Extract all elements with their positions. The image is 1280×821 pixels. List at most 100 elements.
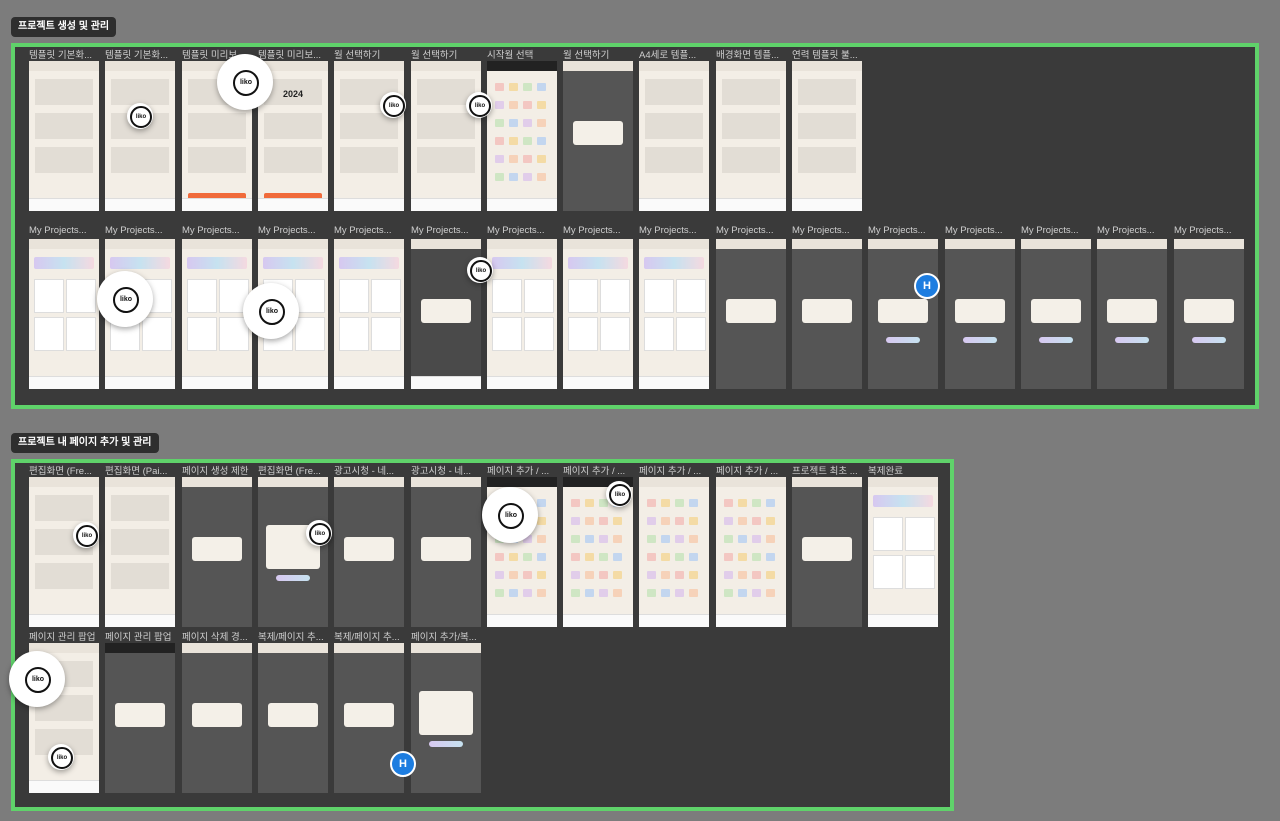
liko-badge[interactable]: liko <box>243 283 299 339</box>
month-cell <box>585 553 594 561</box>
month-cell <box>752 517 761 525</box>
screen-header <box>792 477 862 487</box>
frame-title[interactable]: 시작월 선택 <box>487 47 559 61</box>
modal-dialog <box>1031 299 1081 323</box>
frame-title[interactable]: 편집화면 (Fre... <box>29 463 101 477</box>
frame-title[interactable]: My Projects... <box>411 225 483 236</box>
frame-title[interactable]: 페이지 추가/복... <box>411 629 483 643</box>
month-cell <box>537 119 546 127</box>
frame-title[interactable]: 광고시청 - 네... <box>334 463 406 477</box>
screen-thumbnail <box>868 477 938 627</box>
frame-title[interactable]: 배경화면 템플... <box>716 47 788 61</box>
frame-title[interactable]: My Projects... <box>105 225 177 236</box>
frame-title[interactable]: My Projects... <box>868 225 940 236</box>
frame-title[interactable]: My Projects... <box>29 225 101 236</box>
frame-title[interactable]: 페이지 추가 / ... <box>487 463 559 477</box>
frame-title[interactable]: My Projects... <box>639 225 711 236</box>
frame-title[interactable]: 템플릿 기본화... <box>29 47 101 61</box>
bottom-tab-bar <box>563 614 633 627</box>
frame-title[interactable]: 편집화면 (Pai... <box>105 463 177 477</box>
frame-title[interactable]: 월 선택하기 <box>411 47 483 61</box>
month-cell <box>613 535 622 543</box>
frame-title[interactable]: 페이지 관리 팝업 <box>29 629 101 643</box>
frame-title[interactable]: 복제/페이지 추... <box>258 629 330 643</box>
liko-badge[interactable]: liko <box>127 103 153 129</box>
section-label-page-add[interactable]: 프로젝트 내 페이지 추가 및 관리 <box>11 433 159 453</box>
liko-badge[interactable]: liko <box>466 92 492 118</box>
liko-badge[interactable]: liko <box>217 54 273 110</box>
month-cell <box>724 517 733 525</box>
screen-header <box>563 239 633 249</box>
modal-dialog <box>802 537 852 561</box>
month-cell <box>585 499 594 507</box>
screen-header <box>563 61 633 71</box>
frame-title[interactable]: 광고시청 - 네... <box>411 463 483 477</box>
liko-badge[interactable]: liko <box>306 520 332 546</box>
frame-title[interactable]: 월 선택하기 <box>334 47 406 61</box>
frame-title[interactable]: 월 선택하기 <box>563 47 635 61</box>
frame-title[interactable]: My Projects... <box>258 225 330 236</box>
frame-title[interactable]: My Projects... <box>334 225 406 236</box>
frame-title[interactable]: My Projects... <box>487 225 559 236</box>
liko-badge[interactable]: liko <box>467 257 493 283</box>
liko-badge[interactable]: liko <box>9 651 65 707</box>
frame-title[interactable]: My Projects... <box>1097 225 1169 236</box>
screen-thumbnail <box>868 239 938 389</box>
frame-title[interactable]: 템플릿 기본화... <box>105 47 177 61</box>
frame-title[interactable]: 페이지 추가 / ... <box>563 463 635 477</box>
bottom-tab-bar <box>792 198 862 211</box>
frame-title[interactable]: 프로젝트 최초 ... <box>792 463 864 477</box>
month-cell <box>689 553 698 561</box>
section-label-project-create[interactable]: 프로젝트 생성 및 관리 <box>11 17 117 37</box>
frame-title[interactable]: 복제완료 <box>868 463 940 477</box>
frame-title[interactable]: My Projects... <box>1021 225 1093 236</box>
bottom-tab-bar <box>411 198 481 211</box>
screen-thumbnail <box>258 477 328 627</box>
month-cell <box>675 589 684 597</box>
frame-title[interactable]: My Projects... <box>563 225 635 236</box>
screen-header <box>258 239 328 249</box>
screen-thumbnail <box>105 643 175 793</box>
month-cell <box>613 589 622 597</box>
banner <box>110 257 170 269</box>
liko-badge[interactable]: liko <box>482 487 538 543</box>
month-cell <box>675 553 684 561</box>
bottom-tab-bar <box>411 376 481 389</box>
bottom-tab-bar <box>182 198 252 211</box>
screen-header <box>945 239 1015 249</box>
frame-title[interactable]: My Projects... <box>792 225 864 236</box>
collaborator-avatar[interactable]: H <box>390 751 416 777</box>
month-cell <box>537 517 546 525</box>
screen-thumbnail <box>792 239 862 389</box>
liko-badge[interactable]: liko <box>73 522 99 548</box>
frame-title[interactable]: 복제/페이지 추... <box>334 629 406 643</box>
ad-pill <box>1039 337 1073 343</box>
liko-badge[interactable]: liko <box>380 92 406 118</box>
screen-header <box>639 239 709 249</box>
frame-title[interactable]: 페이지 생성 제한 <box>182 463 254 477</box>
screen-thumbnail <box>945 239 1015 389</box>
collaborator-avatar[interactable]: H <box>914 273 940 299</box>
frame-title[interactable]: My Projects... <box>945 225 1017 236</box>
frame-title[interactable]: My Projects... <box>716 225 788 236</box>
frame-title[interactable]: 페이지 관리 팝업 <box>105 629 177 643</box>
liko-badge[interactable]: liko <box>48 744 74 770</box>
frame-title[interactable]: 편집화면 (Fre... <box>258 463 330 477</box>
modal-dialog <box>421 537 471 561</box>
frame-title[interactable]: My Projects... <box>1174 225 1246 236</box>
liko-badge[interactable]: liko <box>606 481 632 507</box>
ad-pill <box>886 337 920 343</box>
month-cell <box>724 499 733 507</box>
frame-title[interactable]: 연력 템플릿 불... <box>792 47 864 61</box>
banner <box>644 257 704 269</box>
screen-header <box>182 477 252 487</box>
project-card <box>600 279 630 313</box>
frame-title[interactable]: 페이지 추가 / ... <box>639 463 711 477</box>
frame-title[interactable]: 페이지 삭제 경... <box>182 629 254 643</box>
screen-thumbnail <box>182 643 252 793</box>
liko-badge[interactable]: liko <box>97 271 153 327</box>
frame-title[interactable]: My Projects... <box>182 225 254 236</box>
frame-title[interactable]: 템플릿 미리보... <box>258 47 330 61</box>
frame-title[interactable]: 페이지 추가 / ... <box>716 463 788 477</box>
frame-title[interactable]: A4세로 템플... <box>639 47 711 61</box>
